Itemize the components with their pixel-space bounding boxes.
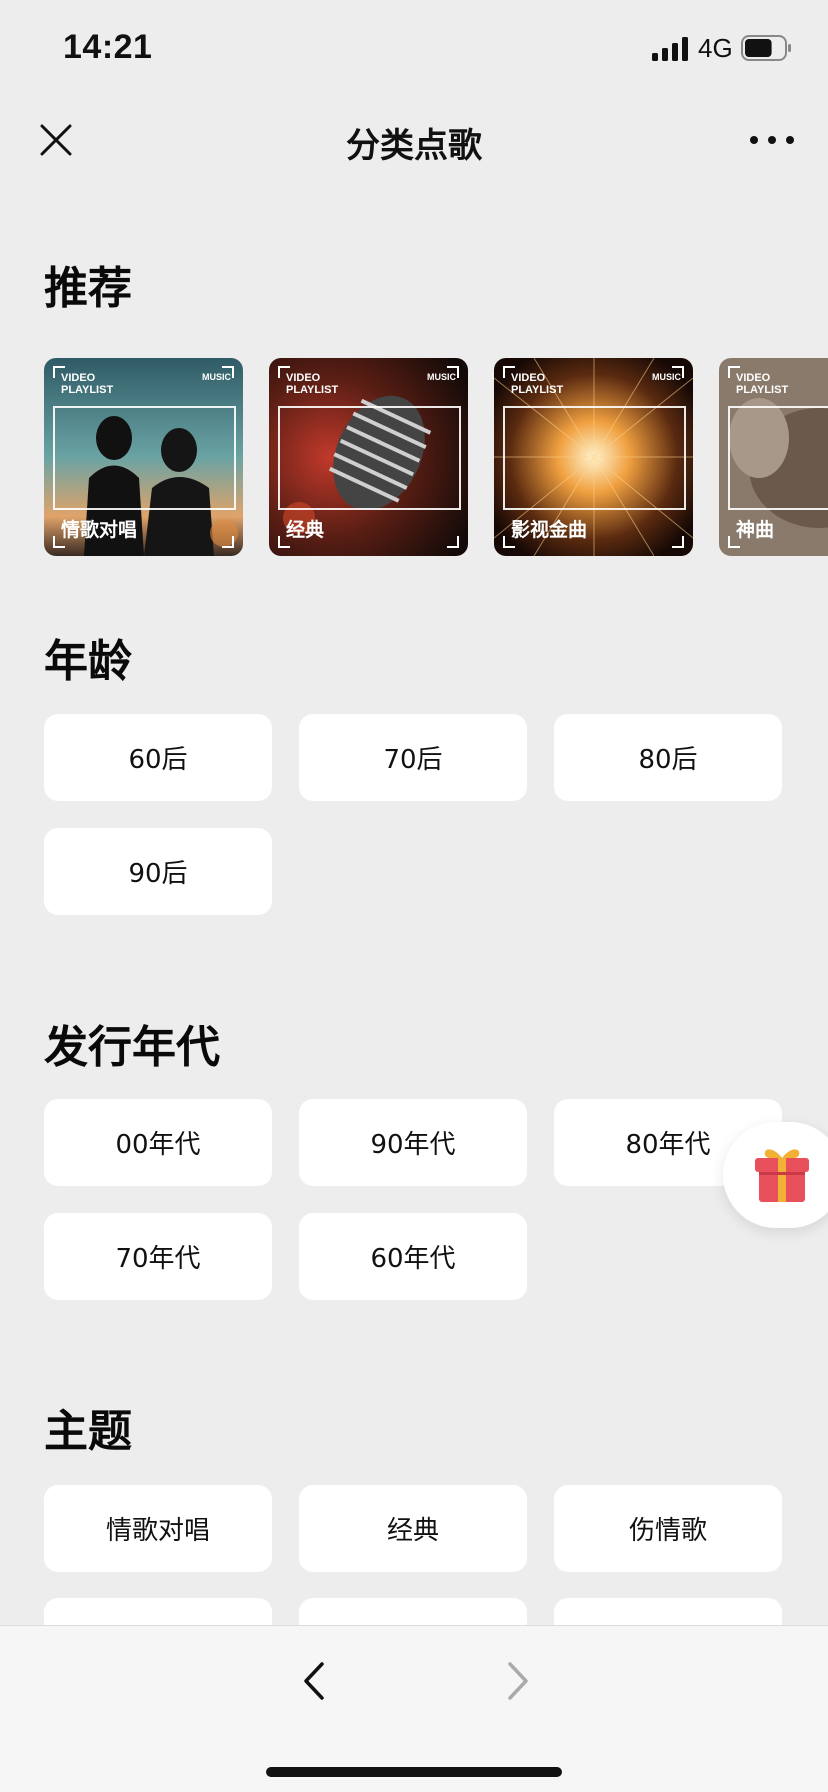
playlist-card[interactable]: VIDEO PLAYLIST 神曲 bbox=[719, 358, 828, 556]
era-option[interactable]: 70年代 bbox=[44, 1213, 272, 1300]
status-bar: 14:21 4G bbox=[0, 0, 828, 100]
page-title: 分类点歌 bbox=[346, 126, 482, 166]
card-label: 神曲 bbox=[736, 519, 775, 541]
nav-bar: 分类点歌 bbox=[0, 100, 828, 180]
video-playlist-tag: VIDEO PLAYLIST bbox=[286, 372, 339, 396]
gift-icon bbox=[755, 1149, 809, 1202]
playlist-card[interactable]: VIDEO PLAYLIST MUSIC 影视金曲 bbox=[494, 358, 693, 556]
chevron-right-icon[interactable] bbox=[500, 1656, 536, 1706]
recommend-carousel[interactable]: VIDEO PLAYLIST MUSIC 情歌对唱 VIDEO PLAYLIST… bbox=[44, 358, 828, 558]
era-option[interactable]: 60年代 bbox=[299, 1213, 527, 1300]
brand-mark: MUSIC bbox=[427, 372, 456, 382]
age-option[interactable]: 80后 bbox=[554, 714, 782, 801]
era-option[interactable]: 90年代 bbox=[299, 1099, 527, 1186]
network-type: 4G bbox=[698, 33, 733, 63]
theme-option[interactable]: 伤情歌 bbox=[554, 1485, 782, 1572]
card-inner-frame bbox=[278, 406, 461, 510]
playlist-card[interactable]: VIDEO PLAYLIST MUSIC 情歌对唱 bbox=[44, 358, 243, 556]
frame-corner bbox=[222, 536, 234, 548]
more-dots-icon[interactable] bbox=[748, 124, 796, 156]
chevron-left-icon[interactable] bbox=[296, 1656, 332, 1706]
playlist-card[interactable]: VIDEO PLAYLIST MUSIC 经典 bbox=[269, 358, 468, 556]
section-title-theme: 主题 bbox=[44, 1406, 132, 1457]
card-inner-frame bbox=[53, 406, 236, 510]
theme-option[interactable]: 经典 bbox=[299, 1485, 527, 1572]
battery-icon bbox=[741, 35, 791, 61]
frame-corner bbox=[447, 536, 459, 548]
brand-mark: MUSIC bbox=[202, 372, 231, 382]
video-playlist-tag: VIDEO PLAYLIST bbox=[736, 372, 789, 396]
video-playlist-tag: VIDEO PLAYLIST bbox=[511, 372, 564, 396]
era-option[interactable]: 00年代 bbox=[44, 1099, 272, 1186]
card-label: 情歌对唱 bbox=[61, 519, 138, 541]
card-label: 经典 bbox=[286, 519, 325, 541]
frame-corner bbox=[672, 536, 684, 548]
status-time: 14:21 bbox=[63, 28, 153, 66]
section-title-age: 年龄 bbox=[44, 636, 132, 687]
card-inner-frame bbox=[503, 406, 686, 510]
bottom-toolbar bbox=[0, 1625, 828, 1792]
age-option[interactable]: 90后 bbox=[44, 828, 272, 915]
brand-mark: MUSIC bbox=[652, 372, 681, 382]
home-indicator bbox=[266, 1767, 562, 1777]
signal-icon bbox=[652, 37, 688, 61]
age-option[interactable]: 60后 bbox=[44, 714, 272, 801]
theme-option[interactable]: 情歌对唱 bbox=[44, 1485, 272, 1572]
section-title-era: 发行年代 bbox=[44, 1022, 220, 1073]
age-option[interactable]: 70后 bbox=[299, 714, 527, 801]
video-playlist-tag: VIDEO PLAYLIST bbox=[61, 372, 114, 396]
card-inner-frame bbox=[728, 406, 828, 510]
gift-button[interactable] bbox=[723, 1122, 828, 1228]
card-label: 影视金曲 bbox=[511, 519, 588, 541]
section-title-recommend: 推荐 bbox=[44, 263, 132, 314]
page: 14:21 4G 分类点歌 推荐 VIDEO PLAYLIST MUSIC 情歌… bbox=[0, 0, 828, 1792]
